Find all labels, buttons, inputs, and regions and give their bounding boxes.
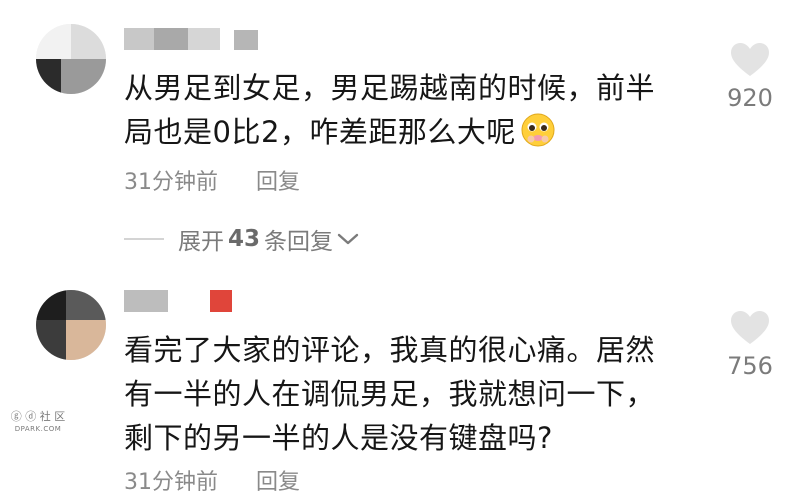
comment-text: 从男足到女足，男足踢越南的时候，前半 局也是0比2，咋差距那么大呢 [124,66,714,154]
username-censored[interactable] [124,28,274,50]
username-censored[interactable] [124,290,254,312]
like-count: 756 [727,352,773,380]
pleading-face-emoji [521,113,555,147]
reply-count: 43 [228,226,261,252]
like-button[interactable]: 756 [720,310,780,380]
expand-replies-button[interactable]: 展开 43 条回复 [124,222,359,256]
reply-button[interactable]: 回复 [256,464,300,496]
comment-time: 31分钟前 [124,470,218,495]
comment-item: 看完了大家的评论，我真的很心痛。居然 有一半的人在调侃男足，我就想问一下， 剩下… [0,270,800,495]
comment-item: 从男足到女足，男足踢越南的时候，前半 局也是0比2，咋差距那么大呢 31分钟前 … [0,0,800,270]
expand-prefix: 展开 [178,229,224,255]
avatar[interactable] [36,24,106,94]
expand-suffix: 条回复 [264,229,334,255]
heart-icon [731,43,769,76]
comment-time: 31分钟前 [124,170,218,195]
watermark-line2: DPARK.COM [14,425,62,433]
like-count: 920 [727,84,773,112]
site-watermark: ⓖ ⓓ 社 区 DPARK.COM [8,410,68,436]
divider-line [124,238,164,240]
comment-text-content: 从男足到女足，男足踢越南的时候，前半 局也是0比2，咋差距那么大呢 [124,71,656,149]
comment-meta: 31分钟前 回复 [124,464,300,496]
heart-icon [731,311,769,344]
avatar[interactable] [36,290,106,360]
comment-meta: 31分钟前 回复 [124,164,300,196]
chevron-down-icon [337,233,359,245]
watermark-line1: ⓖ ⓓ 社 区 [10,410,66,423]
reply-button[interactable]: 回复 [256,164,300,196]
like-button[interactable]: 920 [720,42,780,112]
comment-text: 看完了大家的评论，我真的很心痛。居然 有一半的人在调侃男足，我就想问一下， 剩下… [124,333,656,455]
